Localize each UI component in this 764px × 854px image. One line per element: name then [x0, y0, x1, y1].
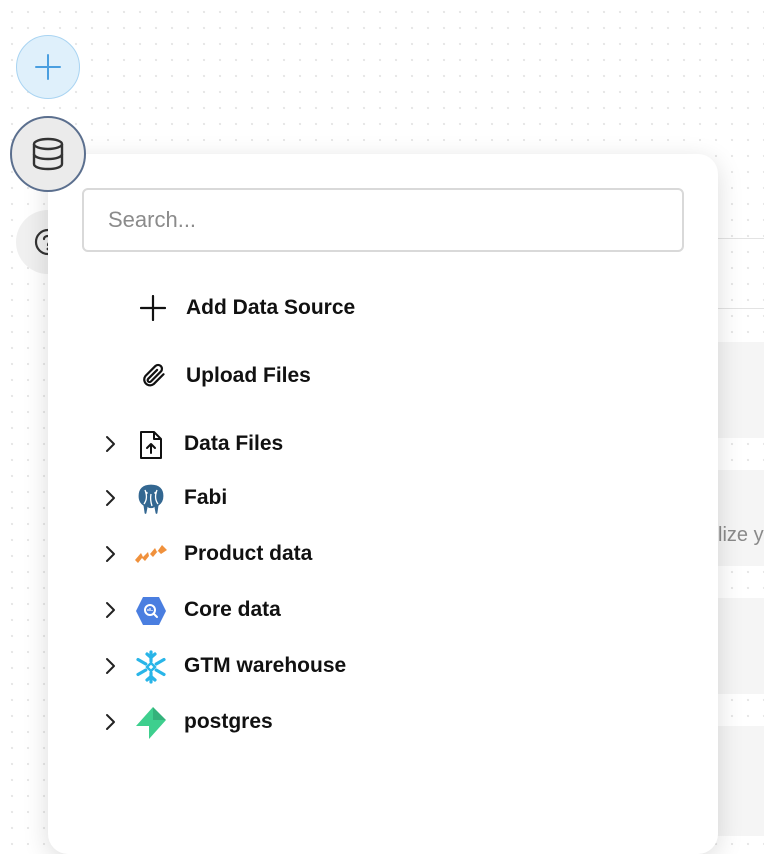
tree-item-label: Fabi — [184, 486, 228, 509]
data-sources-button[interactable] — [10, 116, 86, 192]
upload-files-label: Upload Files — [186, 364, 311, 387]
postgresql-elephant-icon — [134, 482, 168, 516]
chevron-right-icon[interactable] — [98, 654, 122, 678]
background-divider — [718, 238, 764, 239]
background-card — [718, 470, 764, 566]
tree-item-label: Core data — [184, 598, 281, 621]
tree-item-data-files[interactable]: Data Files — [82, 418, 684, 470]
tree-item-core-data[interactable]: Core data — [82, 584, 684, 636]
plus-icon — [138, 293, 168, 323]
add-button[interactable] — [16, 35, 80, 99]
background-divider — [718, 308, 764, 309]
tree-item-label: postgres — [184, 710, 273, 733]
file-upload-icon — [134, 428, 168, 462]
tree-item-fabi[interactable]: Fabi — [82, 472, 684, 524]
tree-item-label: Product data — [184, 542, 313, 565]
database-icon — [32, 137, 64, 171]
paperclip-icon — [138, 361, 168, 391]
tree-item-gtm-warehouse[interactable]: GTM warehouse — [82, 640, 684, 692]
clickhouse-icon — [134, 538, 168, 572]
chevron-right-icon[interactable] — [98, 710, 122, 734]
add-data-source-button[interactable]: Add Data Source — [82, 282, 684, 334]
supabase-bolt-icon — [134, 706, 168, 740]
upload-files-button[interactable]: Upload Files — [82, 350, 684, 402]
search-input[interactable] — [82, 188, 684, 252]
background-card — [718, 726, 764, 836]
tree-item-product-data[interactable]: Product data — [82, 528, 684, 580]
background-card — [718, 598, 764, 694]
snowflake-icon — [134, 650, 168, 684]
chevron-right-icon[interactable] — [98, 486, 122, 510]
plus-icon — [35, 54, 61, 80]
background-card-text: lize y — [718, 524, 764, 546]
tree-item-label: GTM warehouse — [184, 654, 347, 677]
background-card — [718, 342, 764, 438]
chevron-right-icon[interactable] — [98, 598, 122, 622]
add-data-source-label: Add Data Source — [186, 296, 356, 319]
tree-item-label: Data Files — [184, 432, 284, 455]
data-sources-panel: Add Data Source Upload Files Data Files — [48, 154, 718, 854]
tree-item-postgres[interactable]: postgres — [82, 696, 684, 748]
bigquery-icon — [134, 594, 168, 628]
chevron-right-icon[interactable] — [98, 432, 122, 456]
chevron-right-icon[interactable] — [98, 542, 122, 566]
